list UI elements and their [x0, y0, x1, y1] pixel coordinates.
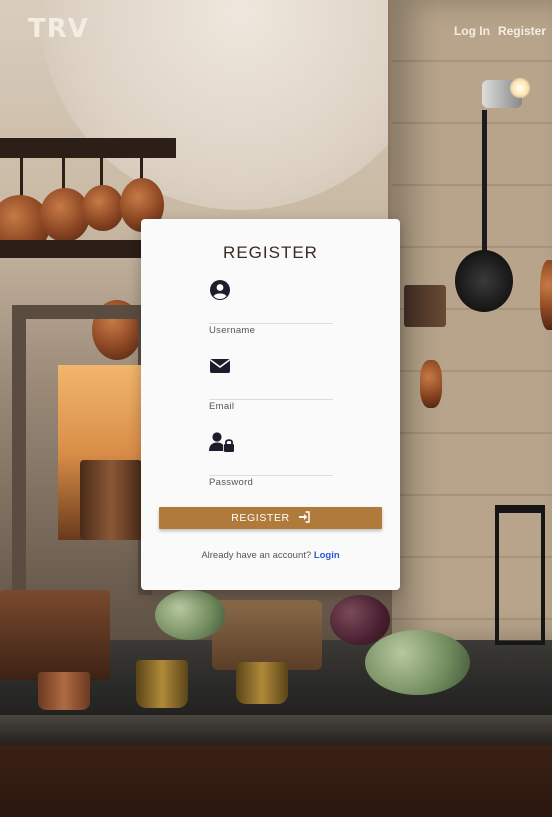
email-label: Email [209, 401, 235, 412]
nav-login-link[interactable]: Log In [454, 24, 490, 38]
hook [100, 158, 103, 188]
red-grapes [330, 595, 390, 645]
register-button-label: REGISTER [231, 512, 290, 524]
lamp-light [510, 78, 530, 98]
username-label: Username [209, 325, 256, 336]
hook [140, 158, 143, 180]
hook [20, 158, 23, 198]
login-prompt: Already have an account? Login [141, 550, 400, 561]
pan-rack [0, 138, 176, 158]
email-underline [209, 399, 333, 400]
user-circle-icon [209, 279, 231, 301]
password-input[interactable] [209, 455, 333, 473]
register-card: REGISTER Username Email Password REGISTE… [141, 219, 400, 590]
cabinet [0, 745, 552, 817]
grapes [155, 590, 225, 640]
page-title: REGISTER [223, 243, 318, 262]
copper-pan [82, 185, 124, 231]
brass-mortar [136, 660, 188, 708]
copper-cup [38, 672, 90, 710]
password-label: Password [209, 477, 254, 488]
copper-pot [80, 460, 142, 540]
counter-edge [0, 715, 552, 745]
register-button[interactable]: REGISTER [159, 507, 382, 529]
email-input[interactable] [209, 379, 333, 397]
login-prompt-text: Already have an account? [201, 550, 312, 561]
envelope-icon [209, 355, 231, 377]
site-logo[interactable]: TRV [28, 14, 89, 44]
password-underline [209, 475, 333, 476]
ladle-handle [482, 110, 487, 255]
brass-mortar [236, 662, 288, 704]
cast-iron-press [495, 505, 545, 645]
hanging-utensil [420, 360, 442, 408]
copper-basin [0, 590, 110, 680]
skimmer-ladle [455, 250, 513, 312]
cutting-board [212, 600, 322, 670]
login-link[interactable]: Login [314, 550, 340, 561]
top-nav: Log In Register [454, 24, 546, 38]
username-underline [209, 323, 333, 324]
grapes [365, 630, 470, 695]
username-input[interactable] [209, 303, 333, 321]
user-lock-icon [209, 431, 235, 453]
saucepan [404, 285, 446, 327]
pan-rack-lower [0, 240, 160, 258]
sign-in-icon [298, 510, 310, 526]
nav-register-link[interactable]: Register [498, 24, 546, 38]
hanging-utensil [540, 260, 552, 330]
